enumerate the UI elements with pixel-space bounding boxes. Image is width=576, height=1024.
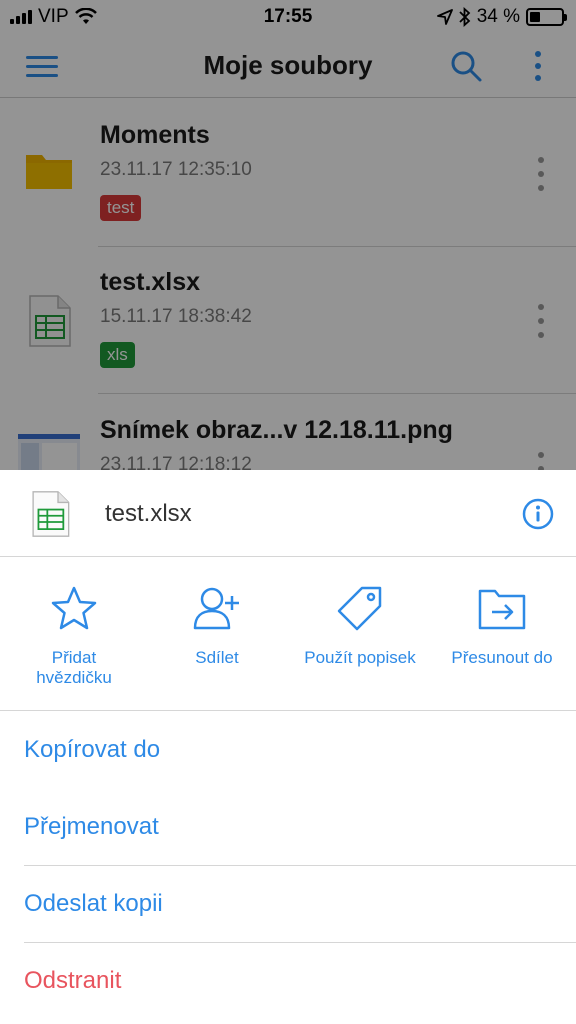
share-label: Sdílet bbox=[195, 648, 239, 667]
tag-icon bbox=[337, 586, 382, 631]
spreadsheet-icon bbox=[32, 491, 70, 537]
move-to-button[interactable]: Přesunout do bbox=[430, 558, 574, 711]
copy-to-item[interactable]: Kopírovat do bbox=[0, 712, 576, 789]
action-sheet: test.xlsx Přidat hvězdičku Sdílet Použít… bbox=[0, 470, 576, 1024]
add-star-label: Přidat hvězdičku bbox=[36, 648, 112, 687]
move-folder-icon bbox=[478, 589, 526, 630]
apply-tag-label: Použít popisek bbox=[304, 648, 416, 667]
move-to-label: Přesunout do bbox=[451, 648, 553, 667]
copy-to-label: Kopírovat do bbox=[24, 736, 161, 763]
delete-item[interactable]: Odstranit bbox=[0, 943, 576, 1020]
add-user-icon bbox=[193, 587, 239, 630]
sheet-header: test.xlsx bbox=[0, 470, 576, 557]
info-icon[interactable] bbox=[522, 498, 554, 530]
send-copy-label: Odeslat kopii bbox=[24, 890, 163, 917]
send-copy-item[interactable]: Odeslat kopii bbox=[0, 866, 576, 943]
apply-tag-button[interactable]: Použít popisek bbox=[288, 558, 432, 711]
quick-actions: Přidat hvězdičku Sdílet Použít popisek P… bbox=[0, 558, 576, 711]
star-icon bbox=[51, 586, 97, 630]
sheet-file-name: test.xlsx bbox=[105, 500, 192, 527]
rename-item[interactable]: Přejmenovat bbox=[0, 789, 576, 866]
delete-label: Odstranit bbox=[24, 967, 122, 994]
add-star-button[interactable]: Přidat hvězdičku bbox=[2, 558, 146, 711]
rename-label: Přejmenovat bbox=[24, 813, 159, 840]
share-button[interactable]: Sdílet bbox=[145, 558, 289, 711]
